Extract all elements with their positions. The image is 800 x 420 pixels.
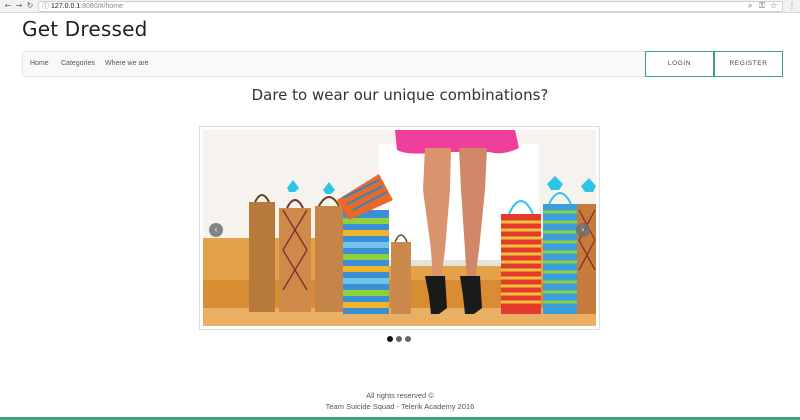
nav-item-home[interactable]: Home	[30, 52, 49, 76]
url-text: 127.0.0.1:8080/#/home	[51, 3, 124, 10]
carousel-slide: ‹ ›	[203, 130, 596, 326]
footer-copyright: All rights reserved ©	[366, 391, 434, 400]
site-title[interactable]: Get Dressed	[22, 17, 148, 41]
carousel-prev-button[interactable]: ‹	[209, 223, 223, 237]
nav-item-categories[interactable]: Categories	[61, 52, 95, 76]
main-navbar: Home Categories Where we are LOGIN REGIS…	[22, 51, 783, 77]
forward-arrow-icon[interactable]: →	[14, 1, 24, 11]
reload-icon[interactable]: ↻	[25, 1, 35, 11]
address-bar[interactable]: ⓘ 127.0.0.1:8080/#/home	[38, 1, 783, 12]
zoom-icon[interactable]: ⌕	[748, 1, 752, 11]
page-tagline: Dare to wear our unique combinations?	[251, 86, 549, 104]
image-carousel: ‹ ›	[199, 126, 600, 330]
carousel-indicators	[385, 336, 415, 344]
register-button[interactable]: REGISTER	[714, 51, 783, 77]
star-icon[interactable]: ☆	[770, 1, 777, 11]
carousel-indicator-3[interactable]	[405, 336, 411, 342]
browser-toolbar: ← → ↻ ⓘ 127.0.0.1:8080/#/home ⌕ ⚿ ☆ ⋮	[0, 0, 800, 13]
nav-item-where-we-are[interactable]: Where we are	[105, 52, 149, 76]
back-arrow-icon[interactable]: ←	[3, 1, 13, 11]
login-button[interactable]: LOGIN	[645, 51, 714, 77]
footer-credits: Team Suicide Squad - Telerik Academy 201…	[325, 402, 475, 411]
menu-icon[interactable]: ⋮	[788, 1, 796, 11]
carousel-indicator-2[interactable]	[396, 336, 402, 342]
page-footer: All rights reserved © Team Suicide Squad…	[0, 390, 800, 412]
chevron-left-icon: ‹	[214, 225, 218, 234]
chevron-right-icon: ›	[581, 225, 585, 234]
info-icon[interactable]: ⓘ	[42, 2, 49, 11]
shopping-bags-image	[203, 130, 596, 326]
carousel-indicator-1[interactable]	[387, 336, 393, 342]
carousel-next-button[interactable]: ›	[576, 223, 590, 237]
key-icon[interactable]: ⚿	[759, 1, 765, 11]
